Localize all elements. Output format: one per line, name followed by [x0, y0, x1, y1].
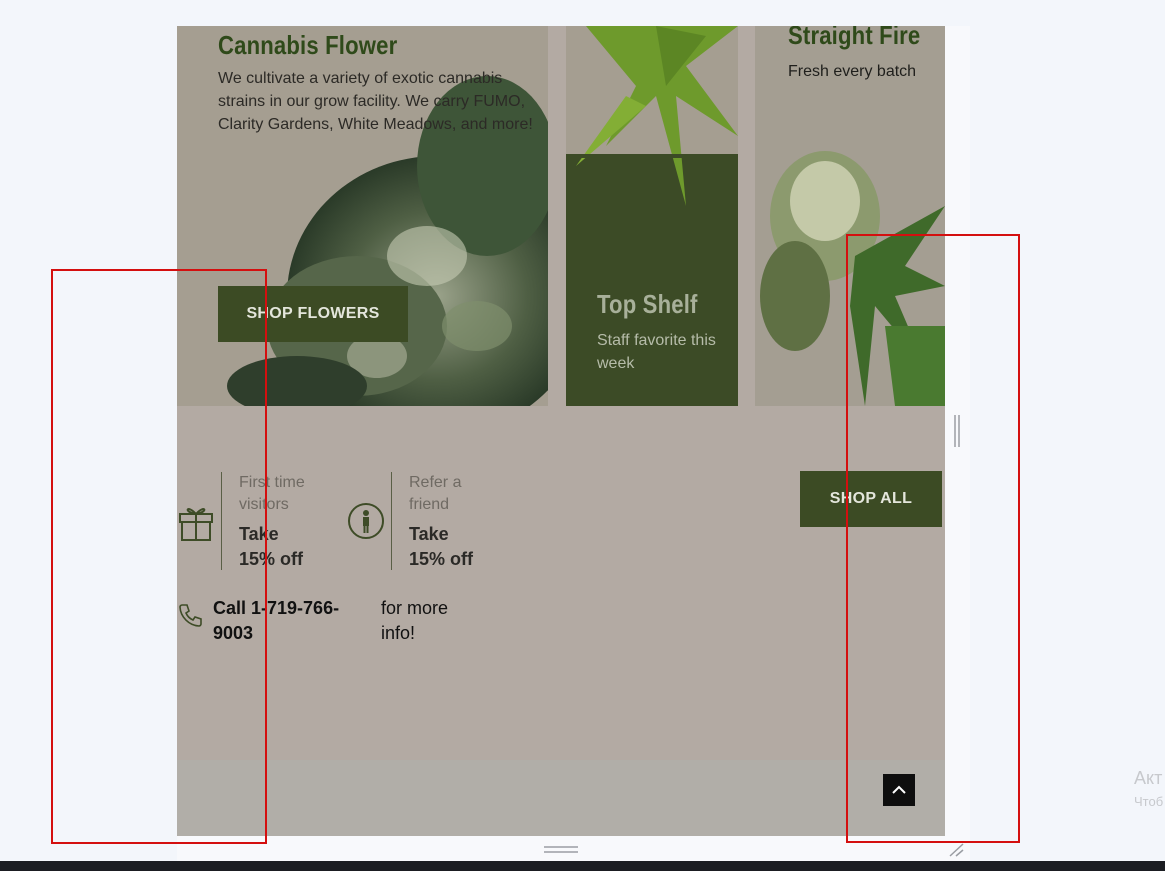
card-title: Cannabis Flower: [218, 30, 398, 60]
card-description: We cultivate a variety of exotic cannabi…: [218, 70, 533, 133]
card-description: Staff favorite this week: [597, 332, 716, 372]
annotation-box-left: [51, 269, 267, 844]
promo-divider: [391, 472, 392, 570]
taskbar: [0, 861, 1165, 871]
resize-grip-bottom[interactable]: [544, 845, 578, 855]
footer-bar: [177, 760, 945, 836]
windows-activation-title: Акт: [1134, 768, 1163, 788]
promo-label: Refer a friend: [409, 474, 462, 513]
card-top-shelf[interactable]: Top Shelf Staff favorite this week: [566, 26, 738, 406]
page-content: Cannabis Flower We cultivate a variety o…: [177, 26, 945, 836]
resize-grip-corner[interactable]: [948, 843, 964, 857]
person-icon: [348, 503, 384, 539]
card-title: Top Shelf: [597, 289, 698, 319]
promo-value: Take 15% off: [409, 524, 474, 569]
leaf-image: [566, 26, 738, 206]
phone-more-info: for more info!: [381, 598, 449, 643]
windows-activation-subtitle: Чтоб: [1134, 794, 1164, 809]
card-title: Straight Fire: [788, 26, 921, 50]
card-description: Fresh every batch: [788, 63, 917, 80]
annotation-box-right: [846, 234, 1020, 843]
